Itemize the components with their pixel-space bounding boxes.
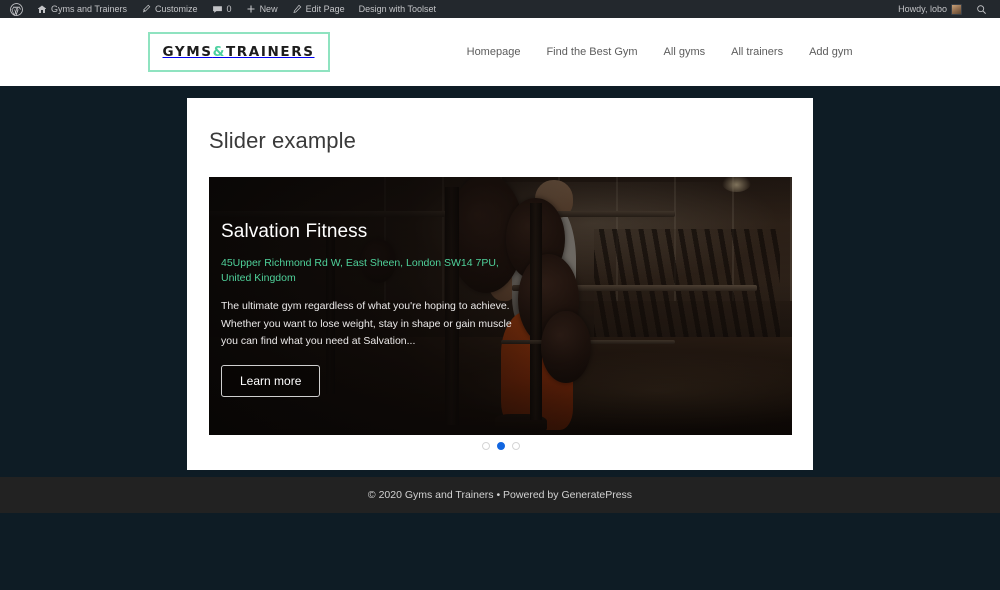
site-name-label: Gyms and Trainers xyxy=(51,4,128,14)
plus-icon xyxy=(246,4,256,14)
slide-address: 45Upper Richmond Rd W, East Sheen, Londo… xyxy=(221,257,499,285)
slide-title: Salvation Fitness xyxy=(221,221,368,242)
home-icon xyxy=(37,4,47,14)
comments-count: 0 xyxy=(226,4,232,14)
content-card: Slider example Salvation Fitness 45Upper… xyxy=(187,98,813,470)
my-account-menu[interactable]: Howdy, lobo xyxy=(894,0,969,18)
learn-more-button[interactable]: Learn more xyxy=(221,365,321,398)
new-content-menu[interactable]: New xyxy=(239,0,285,18)
nav-item-find-the-best-gym[interactable]: Find the Best Gym xyxy=(546,46,637,58)
paintbrush-icon xyxy=(141,4,151,14)
page-title: Slider example xyxy=(209,128,356,153)
logo-part-gyms: GYMS xyxy=(162,44,213,60)
footer-credits: © 2020 Gyms and Trainers • Powered by Ge… xyxy=(368,489,632,501)
nav-item-homepage[interactable]: Homepage xyxy=(467,46,521,58)
avatar xyxy=(951,3,962,15)
site-logo[interactable]: GYMS&TRAINERS xyxy=(147,32,330,72)
site-header: GYMS&TRAINERS Homepage Find the Best Gym… xyxy=(0,18,1000,86)
generatepress-link[interactable]: GeneratePress xyxy=(561,489,632,501)
site-logo-text: GYMS&TRAINERS xyxy=(163,44,315,60)
slide-description: The ultimate gym regardless of what you'… xyxy=(221,300,512,348)
howdy-label: Howdy, lobo xyxy=(898,4,947,14)
wordpress-logo-icon xyxy=(10,2,23,16)
slider-dot-1[interactable] xyxy=(481,442,490,450)
new-label: New xyxy=(259,4,278,14)
customize-menu[interactable]: Customize xyxy=(134,0,205,18)
nav-item-all-gyms[interactable]: All gyms xyxy=(664,46,706,58)
edit-page-menu[interactable]: Edit Page xyxy=(285,0,352,18)
nav-item-all-trainers[interactable]: All trainers xyxy=(731,46,783,58)
edit-page-label: Edit Page xyxy=(305,4,345,14)
site-name-menu[interactable]: Gyms and Trainers xyxy=(30,0,134,18)
site-footer: © 2020 Gyms and Trainers • Powered by Ge… xyxy=(0,477,1000,513)
admin-bar-right-group: Howdy, lobo xyxy=(894,0,994,18)
slider-pagination xyxy=(209,435,792,457)
toolset-label: Design with Toolset xyxy=(358,4,436,14)
comment-bubble-icon xyxy=(212,4,223,15)
wp-admin-bar: Gyms and Trainers Customize 0 New Edit P… xyxy=(0,0,1000,18)
gym-slider[interactable]: Salvation Fitness 45Upper Richmond Rd W,… xyxy=(209,177,792,435)
logo-ampersand: & xyxy=(212,44,226,60)
primary-navigation: Homepage Find the Best Gym All gyms All … xyxy=(467,46,853,58)
admin-bar-left-group: Gyms and Trainers Customize 0 New Edit P… xyxy=(6,0,443,18)
footer-copyright: © 2020 Gyms and Trainers • Powered by xyxy=(367,489,562,501)
slide-caption: Salvation Fitness 45Upper Richmond Rd W,… xyxy=(221,221,517,398)
comments-menu[interactable]: 0 xyxy=(205,0,239,18)
search-icon xyxy=(976,4,987,15)
slider-dot-2[interactable] xyxy=(496,442,505,450)
logo-part-trainers: TRAINERS xyxy=(226,44,315,60)
pencil-icon xyxy=(292,4,302,14)
admin-search-button[interactable] xyxy=(969,0,994,18)
slider-dot-3[interactable] xyxy=(511,442,520,450)
nav-item-add-gym[interactable]: Add gym xyxy=(809,46,852,58)
toolset-menu[interactable]: Design with Toolset xyxy=(352,0,443,18)
page-background: Slider example Salvation Fitness 45Upper… xyxy=(0,86,1000,470)
customize-label: Customize xyxy=(155,4,198,14)
header-inner: GYMS&TRAINERS Homepage Find the Best Gym… xyxy=(147,32,853,72)
wordpress-logo-menu[interactable] xyxy=(6,0,30,18)
